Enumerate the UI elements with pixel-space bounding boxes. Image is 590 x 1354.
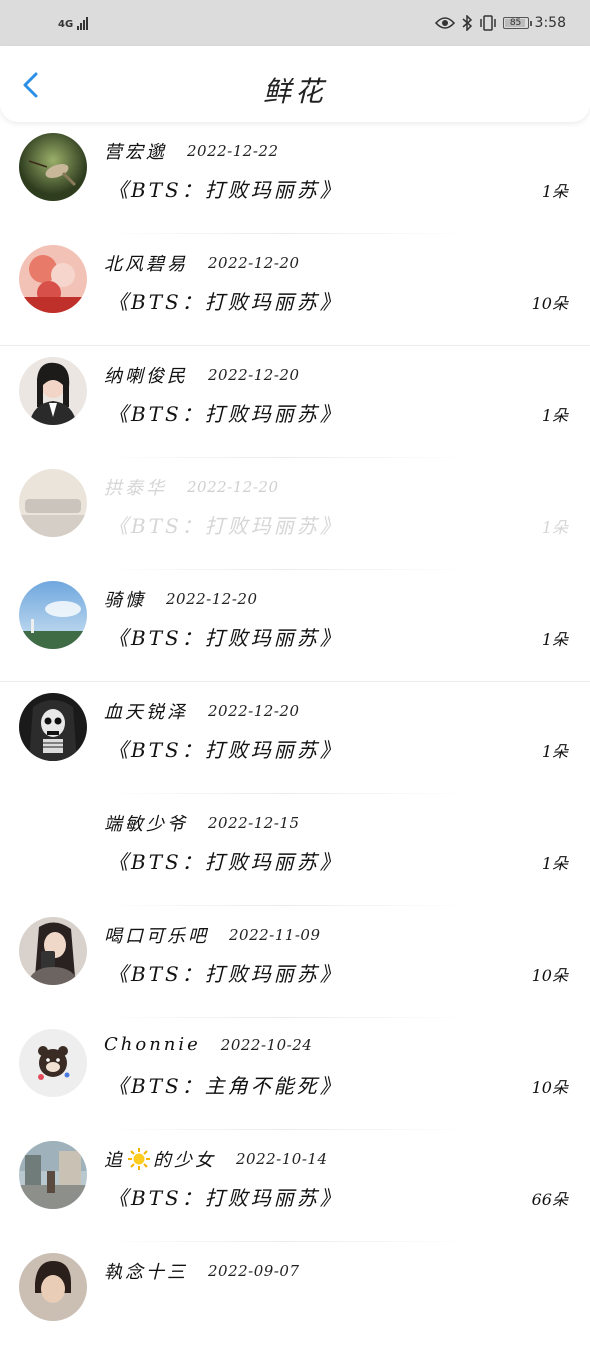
network-type: 4G [58,19,74,30]
clock: 3:58 [534,15,566,31]
book-title: 《BTS：打败玛丽苏》 [108,626,343,650]
user-name-suffix: 的少女 [153,1150,216,1171]
user-name: 骑慷 [104,590,146,611]
user-name: Chonnie [104,1034,201,1055]
app-header: 鲜花 [0,46,590,122]
avatar [19,133,87,201]
book-title: 《BTS：打败玛丽苏》 [108,962,343,986]
date: 2022-12-20 [187,478,279,496]
user-name: 北风碧易 [104,254,188,275]
avatar [19,581,87,649]
list-item[interactable]: Chonnie 2022-10-24 《BTS：主角不能死》 10朵 [0,1018,590,1130]
list-item[interactable]: 拱泰华 2022-12-20 《BTS：打败玛丽苏》 1朵 [0,458,590,570]
list-item[interactable]: 营宏邈 2022-12-22 《BTS：打败玛丽苏》 1朵 [0,122,590,234]
date: 2022-12-15 [208,814,300,832]
flower-count: 10朵 [531,966,568,985]
book-title: 《BTS：打败玛丽苏》 [108,1186,343,1210]
sun-emoji-icon [128,1148,150,1170]
user-name: 纳喇俊民 [104,366,188,387]
date: 2022-11-09 [229,926,321,944]
flower-list: 营宏邈 2022-12-22 《BTS：打败玛丽苏》 1朵 北风碧易 2022-… [0,122,590,1354]
list-item[interactable]: 端敏少爷 2022-12-15 《BTS：打败玛丽苏》 1朵 [0,794,590,906]
bluetooth-icon [462,15,472,31]
status-bar: 4G 85 3:58 [0,0,590,46]
list-item[interactable]: 北风碧易 2022-12-20 《BTS：打败玛丽苏》 10朵 [0,234,590,346]
flower-count: 1朵 [541,518,568,537]
flower-count: 1朵 [541,630,568,649]
avatar [19,1029,87,1097]
avatar [19,917,87,985]
flower-count: 66朵 [531,1190,568,1209]
battery-level: 85 [509,18,522,28]
book-title: 《BTS：打败玛丽苏》 [108,850,343,874]
page-title: 鲜花 [262,75,327,108]
user-name: 喝口可乐吧 [104,926,209,947]
date: 2022-12-20 [208,254,300,272]
avatar [19,245,87,313]
date: 2022-12-20 [208,702,300,720]
user-name: 拱泰华 [104,478,167,499]
user-name-prefix: 追 [104,1150,125,1171]
list-item[interactable]: 骑慷 2022-12-20 《BTS：打败玛丽苏》 1朵 [0,570,590,682]
user-name: 執念十三 [104,1262,188,1283]
date: 2022-10-14 [236,1150,328,1168]
list-item[interactable]: 執念十三 2022-09-07 [0,1242,590,1354]
avatar [19,357,87,425]
date: 2022-12-22 [187,142,279,160]
list-item[interactable]: 纳喇俊民 2022-12-20 《BTS：打败玛丽苏》 1朵 [0,346,590,458]
avatar [19,1253,87,1321]
avatar [19,693,87,761]
flower-count: 1朵 [541,854,568,873]
flower-count: 10朵 [531,294,568,313]
user-name: 血天锐泽 [104,702,188,723]
list-item[interactable]: 喝口可乐吧 2022-11-09 《BTS：打败玛丽苏》 10朵 [0,906,590,1018]
flower-count: 1朵 [541,406,568,425]
avatar [19,1141,87,1209]
user-name: 端敏少爷 [104,814,188,835]
avatar [19,469,87,537]
date: 2022-09-07 [208,1262,300,1280]
flower-count: 1朵 [541,742,568,761]
eye-icon [434,17,455,29]
flower-count: 1朵 [541,182,568,201]
book-title: 《BTS：主角不能死》 [108,1074,343,1098]
battery-icon: 85 [502,17,532,29]
book-title: 《BTS：打败玛丽苏》 [108,402,343,426]
user-name: 营宏邈 [104,142,167,163]
date: 2022-12-20 [208,366,300,384]
date: 2022-10-24 [220,1035,313,1054]
book-title: 《BTS：打败玛丽苏》 [108,514,343,538]
date: 2022-12-20 [166,590,258,608]
list-item[interactable]: 血天锐泽 2022-12-20 《BTS：打败玛丽苏》 1朵 [0,682,590,794]
book-title: 《BTS：打败玛丽苏》 [108,290,343,314]
vibrate-icon [479,15,496,31]
signal-bars-icon [77,16,89,30]
flower-count: 10朵 [531,1078,568,1097]
book-title: 《BTS：打败玛丽苏》 [108,178,343,202]
list-item[interactable]: 追 的少女 2022-10-14 《BTS：打败玛丽苏》 66朵 [0,1130,590,1242]
book-title: 《BTS：打败玛丽苏》 [108,738,343,762]
signal-indicator: 4G [58,16,89,30]
